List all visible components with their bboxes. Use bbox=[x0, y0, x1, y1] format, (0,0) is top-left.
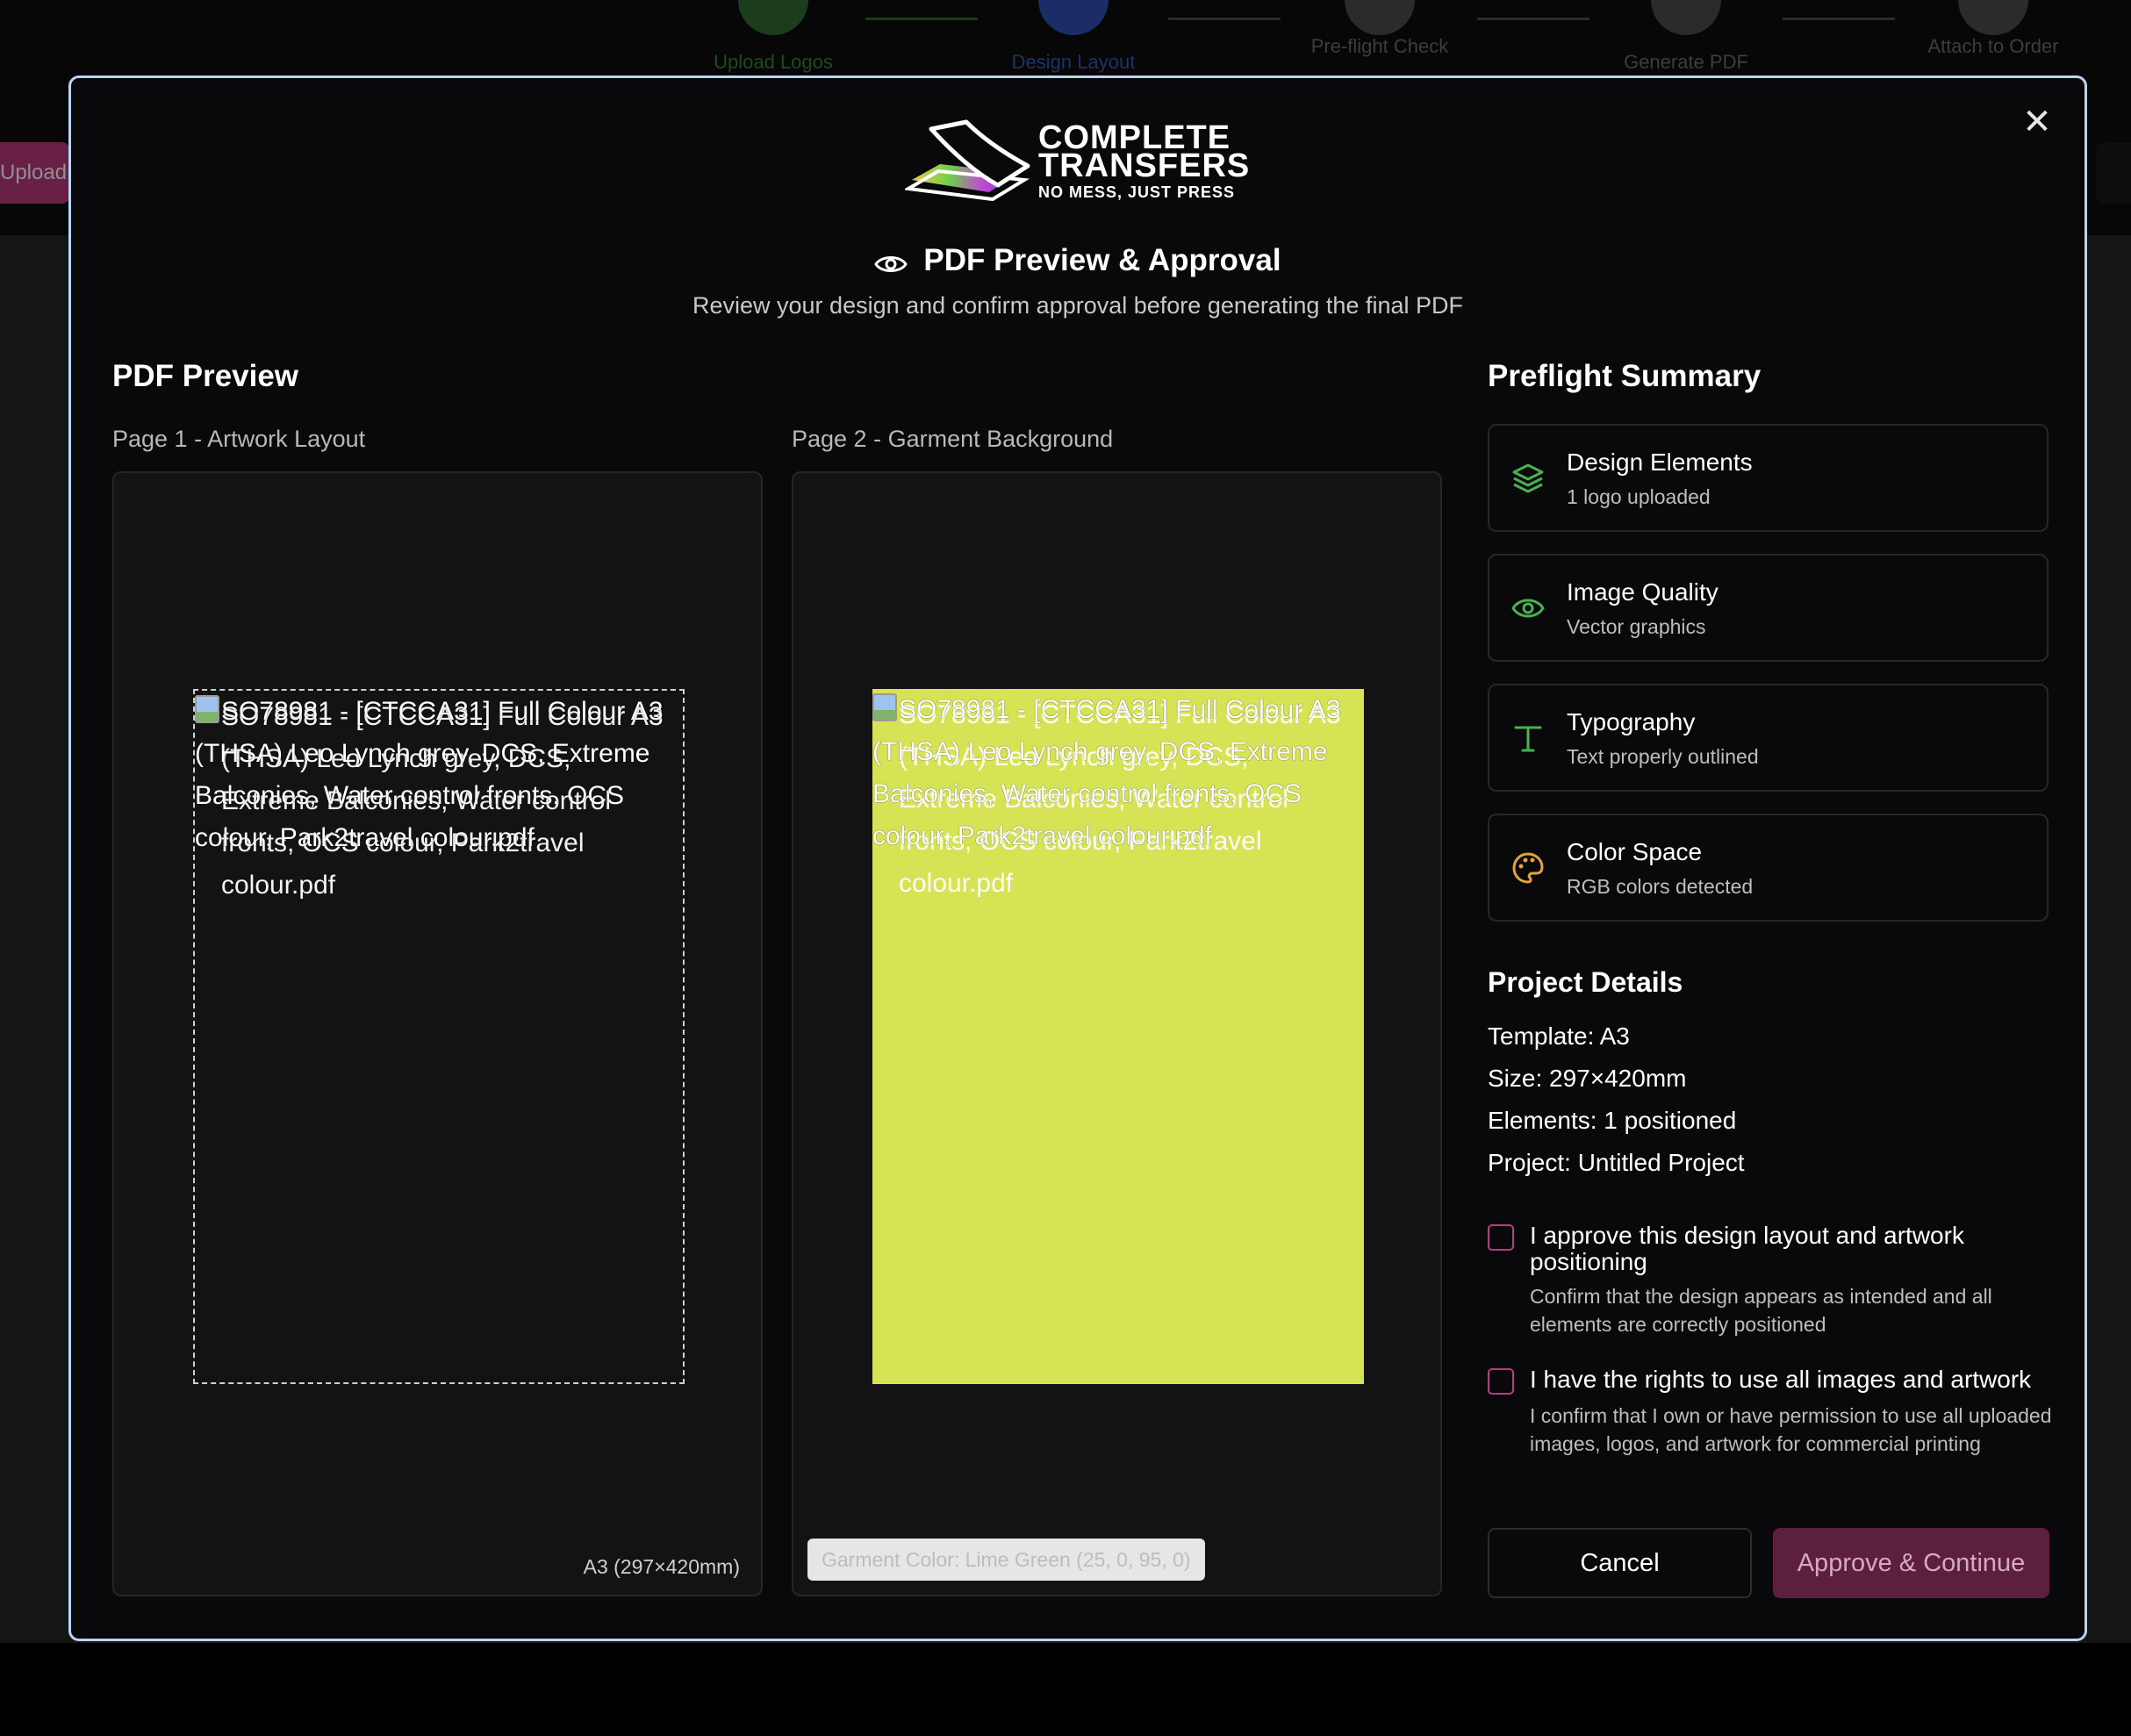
step-label: Generate PDF bbox=[1624, 51, 1748, 73]
project-details-heading: Project Details bbox=[1488, 966, 1683, 998]
step-label: Attach to Order bbox=[1927, 35, 2059, 57]
brand-logo: COMPLETE TRANSFERS NO MESS, JUST PRESS bbox=[905, 118, 1256, 203]
preflight-card-color-space: Color Space RGB colors detected bbox=[1488, 814, 2048, 922]
preflight-item-title: Color Space bbox=[1567, 838, 1703, 865]
preflight-item-title: Design Elements bbox=[1567, 448, 1753, 476]
preflight-card-typography: Typography Text properly outlined bbox=[1488, 684, 2048, 792]
project-template: Template: A3 bbox=[1488, 1022, 1630, 1050]
cancel-button[interactable]: Cancel bbox=[1488, 1528, 1752, 1598]
garment-color-badge: Garment Color: Lime Green (25, 0, 95, 0) bbox=[807, 1539, 1205, 1581]
page-size-label: A3 (297×420mm) bbox=[583, 1555, 740, 1578]
step-connector bbox=[1783, 18, 1895, 20]
approve-layout-description: Confirm that the design appears as inten… bbox=[1530, 1285, 1992, 1336]
step-connector bbox=[865, 18, 978, 20]
header-action-button bbox=[2096, 142, 2131, 204]
preflight-heading: Preflight Summary bbox=[1488, 359, 1761, 393]
step-connector bbox=[1168, 18, 1281, 20]
palette-icon bbox=[1512, 852, 1544, 884]
rights-checkbox[interactable] bbox=[1488, 1368, 1514, 1395]
artwork-placement-box[interactable]: SO78981 - [CTCCA31] Full Colour A3 (THSA… bbox=[193, 689, 685, 1384]
page1-preview-panel: SO78981 - [CTCCA31] Full Colour A3 (THSA… bbox=[112, 471, 763, 1596]
preflight-item-title: Typography bbox=[1567, 708, 1696, 735]
step-label: Pre-flight Check bbox=[1310, 35, 1449, 57]
brand-name-line2: TRANSFERS bbox=[1038, 147, 1251, 184]
step-attach-circle bbox=[1958, 0, 2028, 35]
approve-layout-label[interactable]: I approve this design layout and artwork… bbox=[1530, 1223, 2056, 1275]
artwork-image-alt: SO78981 - [CTCCA31] Full Colour A3 (THSA… bbox=[195, 697, 664, 852]
step-generate-pdf-circle bbox=[1651, 0, 1721, 35]
close-icon[interactable]: ✕ bbox=[2020, 104, 2055, 140]
step-design-layout-circle bbox=[1038, 0, 1109, 35]
preflight-item-subtitle: 1 logo uploaded bbox=[1567, 485, 1711, 508]
page2-label: Page 2 - Garment Background bbox=[792, 426, 1114, 452]
modal-title-text: PDF Preview & Approval bbox=[923, 243, 1281, 277]
eye-icon bbox=[1511, 599, 1545, 618]
preflight-item-subtitle: Text properly outlined bbox=[1567, 745, 1759, 768]
preflight-item-subtitle: Vector graphics bbox=[1567, 615, 1706, 638]
garment-image-alt: SO78981 - [CTCCA31] Full Colour A3 (THSA… bbox=[872, 695, 1341, 850]
text-icon bbox=[1514, 726, 1542, 752]
step-upload-logos-circle bbox=[738, 0, 808, 35]
preflight-card-design-elements: Design Elements 1 logo uploaded bbox=[1488, 424, 2048, 532]
project-name: Project: Untitled Project bbox=[1488, 1149, 1745, 1176]
pdf-preview-heading: PDF Preview bbox=[112, 359, 299, 393]
approve-layout-checkbox[interactable] bbox=[1488, 1224, 1514, 1251]
page1-label: Page 1 - Artwork Layout bbox=[112, 426, 366, 452]
modal-subtitle: Review your design and confirm approval … bbox=[692, 292, 1463, 319]
rights-description: I confirm that I own or have permission … bbox=[1530, 1404, 2052, 1455]
step-connector bbox=[1477, 18, 1589, 20]
broken-image-icon bbox=[872, 693, 897, 721]
preflight-item-title: Image Quality bbox=[1567, 578, 1718, 606]
page2-preview-panel: SO78981 - [CTCCA31] Full Colour A3 (THSA… bbox=[792, 471, 1442, 1596]
garment-background: SO78981 - [CTCCA31] Full Colour A3 (THSA… bbox=[872, 689, 1364, 1384]
progress-stepper: Upload Logos Design Layout Pre-flight Ch… bbox=[0, 0, 2131, 88]
project-elements: Elements: 1 positioned bbox=[1488, 1107, 1737, 1134]
preflight-card-image-quality: Image Quality Vector graphics bbox=[1488, 554, 2048, 662]
artwork-image: SO78981 - [CTCCA31] Full Colour A3 (THSA… bbox=[195, 691, 669, 900]
rights-label[interactable]: I have the rights to use all images and … bbox=[1530, 1367, 2056, 1393]
app-footer bbox=[0, 1643, 2131, 1736]
step-label: Upload Logos bbox=[714, 51, 833, 73]
pdf-preview-modal: ✕ COMPLETE TRANSFERS NO MESS, JUST PRESS… bbox=[68, 75, 2087, 1641]
step-preflight-circle bbox=[1345, 0, 1415, 35]
approve-continue-button[interactable]: Approve & Continue bbox=[1773, 1528, 2049, 1598]
project-size: Size: 297×420mm bbox=[1488, 1065, 1687, 1092]
broken-image-icon bbox=[195, 695, 219, 723]
eye-icon bbox=[874, 256, 908, 272]
preflight-item-subtitle: RGB colors detected bbox=[1567, 875, 1754, 898]
brand-tagline: NO MESS, JUST PRESS bbox=[1038, 183, 1236, 201]
layers-icon bbox=[1512, 463, 1544, 493]
garment-artwork-image: SO78981 - [CTCCA31] Full Colour A3 (THSA… bbox=[872, 689, 1346, 898]
step-label: Design Layout bbox=[1011, 51, 1136, 73]
upload-logos-button: Upload Logos bbox=[0, 142, 70, 204]
modal-title: PDF Preview & Approval bbox=[71, 243, 2084, 278]
logo-mark-icon bbox=[905, 119, 1030, 202]
